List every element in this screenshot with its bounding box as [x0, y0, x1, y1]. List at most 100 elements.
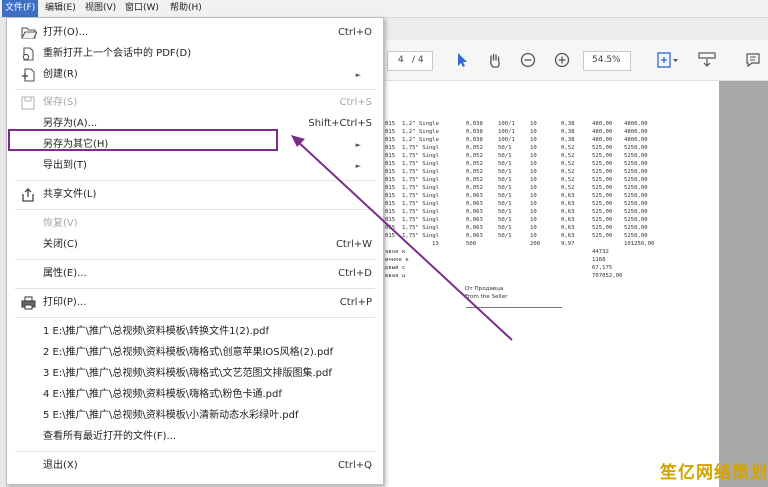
pdf-table-cell: 1,2" Single [402, 137, 440, 143]
menu-window[interactable]: 窗口(W) [125, 0, 159, 17]
menu-item-exit[interactable]: 退出(X) Ctrl+Q [7, 456, 383, 476]
menu-help[interactable]: 帮助(H) [170, 0, 202, 17]
fit-page-icon[interactable] [657, 52, 679, 68]
watermark-logo: 笙亿网络策划 [660, 463, 768, 483]
menu-item-properties[interactable]: 属性(E)... Ctrl+D [7, 264, 383, 284]
pdf-table-cell: 0,063 [466, 201, 483, 207]
zoom-in-icon[interactable] [554, 52, 570, 68]
menu-item-save[interactable]: 保存(S) Ctrl+S [7, 93, 383, 113]
pdf-table-cell: 0,052 [466, 161, 483, 167]
zoom-field[interactable]: 54.5% [583, 51, 631, 71]
pdf-table-cell: 5250,00 [624, 153, 648, 159]
pdf-table-cell: 525,00 [592, 225, 613, 231]
zoom-out-icon[interactable] [520, 52, 536, 68]
menu-separator [15, 451, 375, 452]
pdf-table-cell: 015 [385, 209, 396, 215]
shortcut: Ctrl+W [335, 239, 372, 250]
pdf-summary-value: 1168 [592, 257, 606, 263]
comment-icon[interactable] [745, 52, 761, 68]
page-number-field[interactable]: 4 [387, 51, 433, 71]
menu-item-print[interactable]: 打印(P)... Ctrl+P [7, 293, 383, 313]
pdf-table-cell: 0,52 [561, 169, 575, 175]
scroll-mode-icon[interactable] [698, 52, 716, 68]
menu-item-label: 打开(O)... [43, 27, 89, 38]
pdf-table-cell: 480,00 [592, 129, 613, 135]
pdf-table-cell: 50/1 [498, 169, 512, 175]
pdf-table-cell: 10 [530, 217, 537, 223]
menu-item-label: 导出到(T) [43, 160, 87, 171]
menu-item-reopen[interactable]: 重新打开上一个会话中的 PDF(D) [7, 44, 383, 64]
pdf-table-cell: 1,75" Singl [402, 145, 440, 151]
pdf-table-cell: 1,75" Singl [402, 217, 440, 223]
select-tool-icon[interactable] [455, 52, 469, 68]
menu-item-export-to[interactable]: 导出到(T) ► [7, 156, 383, 176]
pdf-table-cell: 1,75" Singl [402, 177, 440, 183]
pdf-table-cell: 0,63 [561, 225, 575, 231]
recent-file-item[interactable]: 4 E:\推广\推广\总视频\资料模板\嗨格式\粉色卡通.pdf [7, 385, 383, 405]
pdf-table-cell: 015 [385, 177, 396, 183]
pdf-table-cell: 0,38 [561, 121, 575, 127]
signature-line [466, 307, 562, 308]
page-current: 4 [398, 55, 404, 65]
pdf-table-cell: 50/1 [498, 177, 512, 183]
pdf-table-cell: 10 [530, 145, 537, 151]
menu-edit[interactable]: 编辑(E) [45, 0, 76, 17]
pdf-table-cell: 9,97 [561, 241, 575, 247]
recent-file-item[interactable]: 1 E:\推广\推广\总视频\资料模板\转换文件1(2).pdf [7, 322, 383, 342]
pdf-table-cell: 015 [385, 233, 396, 239]
menu-item-label: 重新打开上一个会话中的 PDF(D) [43, 48, 192, 59]
pdf-table-cell: 1,75" Singl [402, 209, 440, 215]
pdf-table-cell: 0,52 [561, 145, 575, 151]
pdf-table-cell: 525,00 [592, 145, 613, 151]
menu-item-label: 恢复(V) [43, 218, 78, 229]
pdf-table-cell: 0,63 [561, 233, 575, 239]
pdf-table-cell: 015 [385, 137, 396, 143]
pdf-table-cell: 525,00 [592, 209, 613, 215]
menu-item-open[interactable]: 打开(O)... Ctrl+O [7, 23, 383, 43]
pdf-table-cell: 1,75" Singl [402, 233, 440, 239]
pdf-table-cell: 10 [530, 137, 537, 143]
menu-item-label: 创建(R) [43, 69, 78, 80]
create-pdf-icon [21, 68, 35, 82]
menu-item-label: 退出(X) [43, 460, 78, 471]
pdf-table-cell: 10 [530, 169, 537, 175]
menu-item-revert[interactable]: 恢复(V) [7, 214, 383, 234]
seller-label-en: From the Seller [465, 294, 508, 300]
submenu-arrow-icon: ► [355, 71, 361, 79]
menu-item-close[interactable]: 关闭(C) Ctrl+W [7, 235, 383, 255]
pdf-table-cell: 5250,00 [624, 145, 648, 151]
menu-item-view-all-recent[interactable]: 查看所有最近打开的文件(F)... [7, 427, 383, 447]
pdf-table-cell: 0,038 [466, 129, 483, 135]
pdf-table-cell: 0,38 [561, 129, 575, 135]
pdf-table-cell: 50/1 [498, 145, 512, 151]
pdf-table-cell: 500 [466, 241, 477, 247]
pdf-table-cell: 5250,00 [624, 185, 648, 191]
pdf-table-cell: 0,063 [466, 233, 483, 239]
recent-file-item[interactable]: 3 E:\推广\推广\总视频\资料模板\嗨格式\文艺范图文排版图集.pdf [7, 364, 383, 384]
pdf-table-cell: 1,2" Single [402, 121, 440, 127]
pdf-table-cell: 10 [530, 129, 537, 135]
menu-item-create[interactable]: 创建(R) ► [7, 65, 383, 85]
pdf-table-cell: 101250,00 [624, 241, 655, 247]
menu-view[interactable]: 视图(V) [85, 0, 116, 17]
hand-tool-icon[interactable] [487, 52, 503, 68]
seller-label: От Продавца [465, 286, 504, 292]
menu-file[interactable]: 文件(F) [2, 0, 39, 17]
pdf-table-cell: 525,00 [592, 193, 613, 199]
recent-file-item[interactable]: 2 E:\推广\推广\总视频\资料模板\嗨格式\创意苹果IOS风格(2).pdf [7, 343, 383, 363]
menu-bar: 文件(F) 编辑(E) 视图(V) 窗口(W) 帮助(H) [0, 0, 768, 18]
pdf-table-cell: 1,75" Singl [402, 201, 440, 207]
recent-file-item[interactable]: 5 E:\推广\推广\总视频\资料模板\小清新动态水彩绿叶.pdf [7, 406, 383, 426]
pdf-table-cell: 480,00 [592, 137, 613, 143]
menu-item-label: 1 E:\推广\推广\总视频\资料模板\转换文件1(2).pdf [43, 326, 269, 337]
pdf-table-cell: 4800,00 [624, 121, 648, 127]
pdf-table-cell: 0,52 [561, 185, 575, 191]
reopen-document-icon [21, 47, 35, 61]
menu-separator [15, 317, 375, 318]
file-menu: 打开(O)... Ctrl+O 重新打开上一个会话中的 PDF(D) 创建(R)… [6, 17, 384, 485]
pdf-table-cell: 100/1 [498, 137, 515, 143]
pdf-table-cell: 100/1 [498, 121, 515, 127]
pdf-table-cell: 015 [385, 161, 396, 167]
menu-item-share[interactable]: 共享文件(L) [7, 185, 383, 205]
pdf-table-cell: 015 [385, 129, 396, 135]
